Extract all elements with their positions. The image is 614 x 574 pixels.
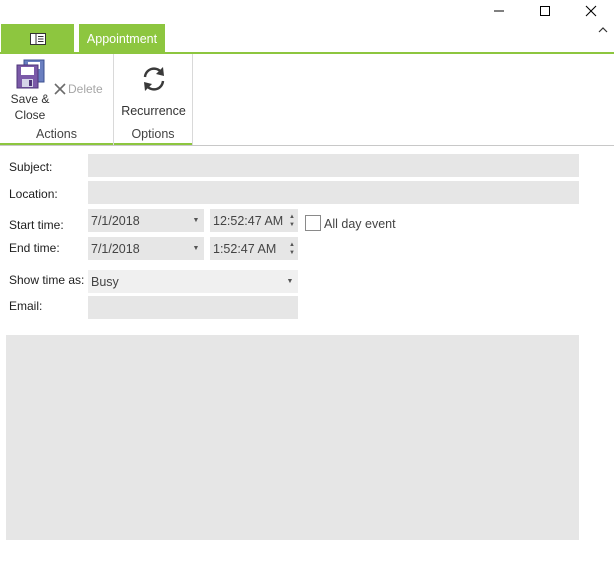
maximize-button[interactable]	[522, 0, 568, 22]
recurrence-button[interactable]: Recurrence	[114, 64, 193, 118]
group-label-options: Options	[131, 127, 175, 141]
ribbon-group-options: Recurrence Options	[114, 54, 193, 145]
delete-icon	[54, 83, 66, 95]
start-time-value: 12:52:47 AM	[213, 213, 284, 228]
spin-arrows-icon[interactable]: ▲ ▼	[286, 237, 298, 260]
spin-arrows-icon[interactable]: ▲ ▼	[286, 209, 298, 232]
start-date-value: 7/1/2018	[91, 213, 140, 228]
end-date-picker[interactable]: 7/1/2018 ▼	[88, 237, 204, 260]
recurrence-label: Recurrence	[121, 104, 186, 118]
all-day-label: All day event	[324, 217, 396, 231]
subject-input[interactable]	[88, 154, 579, 177]
show-time-as-value: Busy	[91, 274, 119, 289]
ribbon-tab-strip: Appointment	[0, 23, 614, 53]
notes-textarea[interactable]	[6, 335, 579, 540]
backstage-menu-icon	[29, 32, 46, 45]
group-underline	[114, 143, 192, 145]
end-time-spinner[interactable]: 1:52:47 AM ▲ ▼	[210, 237, 298, 260]
save-close-label: Save & Close	[8, 91, 52, 123]
end-time-label: End time:	[9, 241, 60, 255]
delete-label: Delete	[68, 82, 103, 96]
end-date-value: 7/1/2018	[91, 241, 140, 256]
show-time-as-select[interactable]: Busy ▼	[88, 270, 298, 293]
subject-label: Subject:	[9, 160, 53, 174]
close-icon	[585, 5, 597, 17]
group-underline	[0, 143, 113, 145]
email-label: Email:	[9, 299, 43, 313]
minimize-button[interactable]	[476, 0, 522, 22]
location-input[interactable]	[88, 181, 579, 204]
all-day-checkbox[interactable]	[305, 215, 321, 231]
dropdown-arrow-icon: ▼	[286, 278, 294, 285]
start-date-picker[interactable]: 7/1/2018 ▼	[88, 209, 204, 232]
location-label: Location:	[9, 187, 58, 201]
ribbon-body: Save & Close Delete Actions Recurrence O…	[0, 54, 614, 146]
start-time-label: Start time:	[9, 218, 64, 232]
end-time-value: 1:52:47 AM	[213, 241, 277, 256]
close-button[interactable]	[568, 0, 614, 22]
delete-button[interactable]: Delete	[54, 82, 103, 96]
save-close-label-line1: Save &	[10, 92, 50, 106]
save-close-label-line2: Close	[14, 108, 46, 122]
minimize-icon	[494, 10, 504, 12]
dropdown-arrow-icon: ▼	[192, 217, 200, 224]
tab-appointment[interactable]: Appointment	[79, 24, 165, 53]
show-time-as-label: Show time as:	[9, 273, 85, 287]
recurrence-icon	[143, 67, 164, 91]
file-tab[interactable]	[1, 24, 74, 53]
maximize-icon	[540, 6, 550, 16]
group-label-actions: Actions	[36, 127, 77, 141]
dropdown-arrow-icon: ▼	[192, 245, 200, 252]
start-time-spinner[interactable]: 12:52:47 AM ▲ ▼	[210, 209, 298, 232]
ribbon-group-actions: Save & Close Delete Actions	[0, 54, 114, 145]
save-close-icon	[16, 59, 45, 89]
save-close-button[interactable]: Save & Close	[8, 59, 52, 123]
email-input[interactable]	[88, 296, 298, 319]
